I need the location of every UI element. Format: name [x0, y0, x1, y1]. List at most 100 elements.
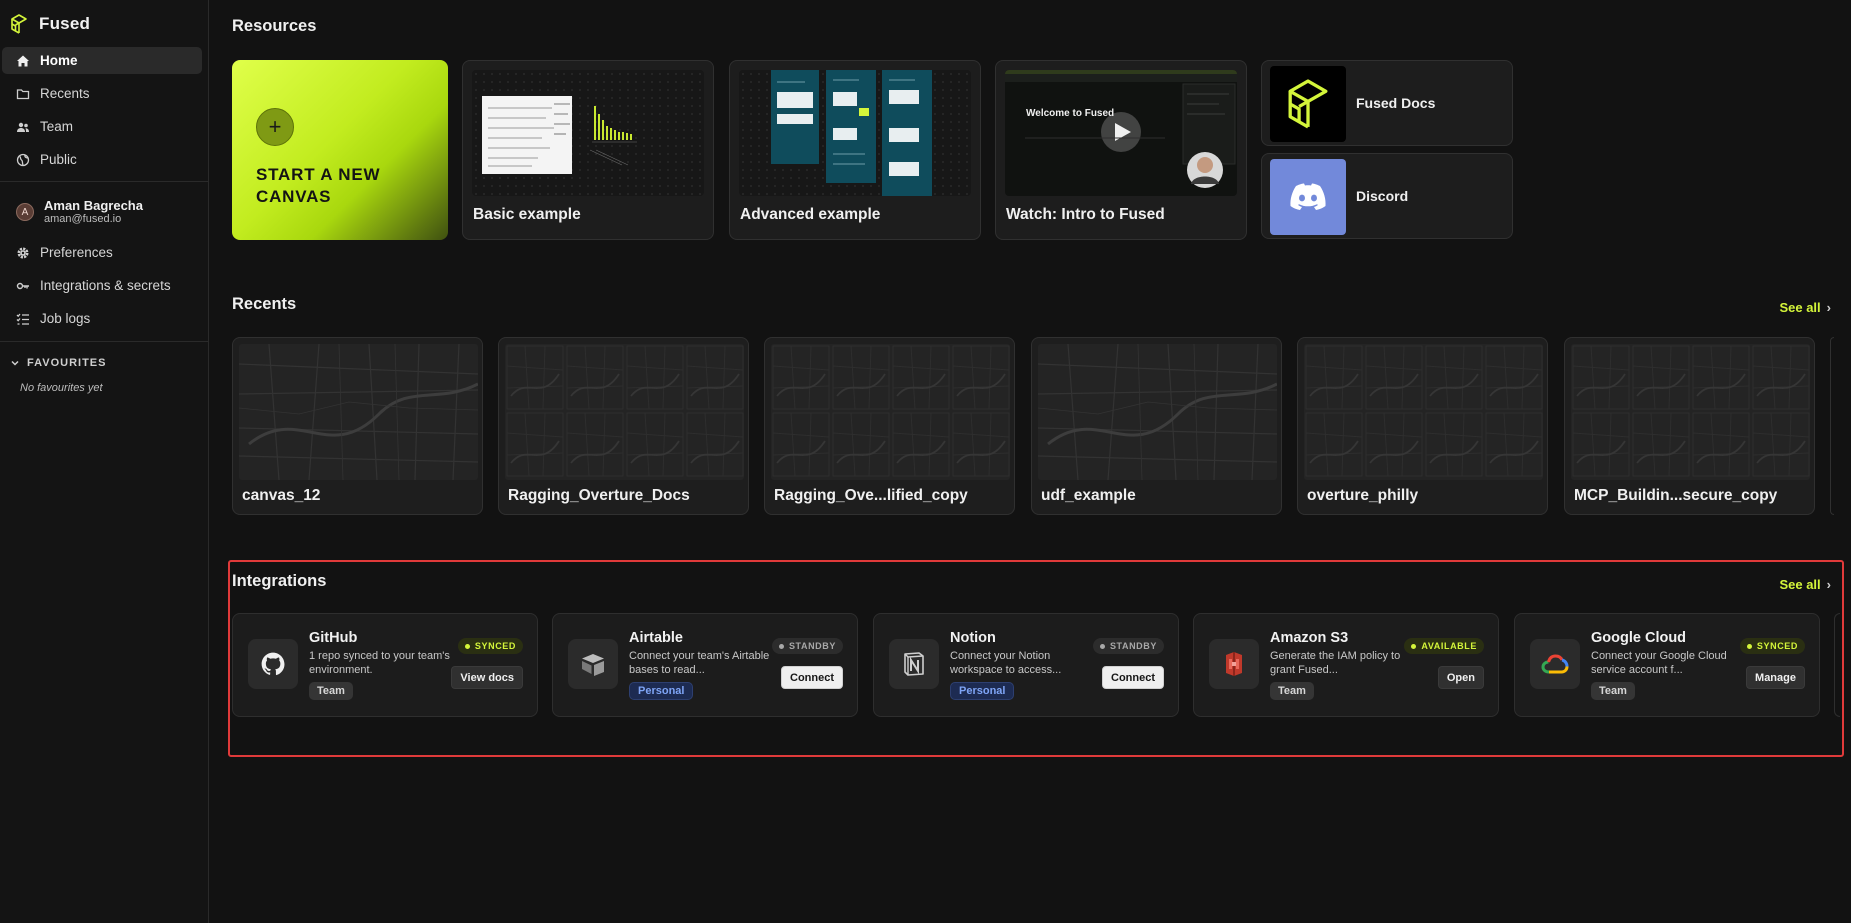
resources-title: Resources [232, 17, 317, 35]
google-cloud-icon [1530, 639, 1580, 689]
user-email: aman@fused.io [44, 213, 122, 225]
recent-card[interactable]: canvas_12 [232, 337, 483, 515]
nav-label: Job logs [40, 311, 91, 326]
nav-item-preferences[interactable]: Preferences [2, 239, 202, 266]
integration-name: Amazon S3 [1270, 630, 1349, 646]
nav-item-home[interactable]: Home [2, 47, 202, 74]
scope-badge: Personal [629, 682, 694, 700]
integration-action-button[interactable]: Open [1437, 666, 1484, 689]
intro-video-thumbnail: Welcome to Fused [1005, 70, 1237, 196]
integration-name: Airtable [629, 630, 683, 646]
integrations-see-all-link[interactable]: See all › [1779, 577, 1831, 592]
avatar: A [16, 203, 34, 221]
scope-badge: Team [1270, 682, 1314, 700]
recent-card[interactable]: MCP_Buildin...secure_copy [1564, 337, 1815, 515]
gear-icon [17, 247, 29, 258]
status-dot-icon [1411, 643, 1417, 649]
status-badge: STANDBY [771, 638, 843, 654]
integration-description: Connect your Notion workspace to access.… [950, 650, 1062, 676]
canvas-thumbnail [1571, 344, 1810, 480]
canvas-name: canvas_12 [242, 487, 321, 504]
nav-label: Home [40, 53, 78, 68]
user-profile[interactable]: A Aman Bagrecha aman@fused.io [16, 198, 143, 226]
link-card-discord[interactable]: Discord [1261, 153, 1513, 239]
people-icon [17, 122, 29, 132]
resource-card-intro-video[interactable]: Welcome to Fused Watch: Intro to Fused [995, 60, 1247, 240]
recent-card[interactable]: Ragging_Overture_Docs [498, 337, 749, 515]
integration-name: GitHub [309, 630, 358, 646]
resource-label: Watch: Intro to Fused [1006, 206, 1165, 223]
recent-card[interactable]: Ragging_Ove...lified_copy [764, 337, 1015, 515]
nav-label: Integrations & secrets [40, 278, 171, 293]
plus-icon: + [256, 108, 294, 146]
integration-description: Generate the IAM policy to grant Fused..… [1270, 650, 1401, 676]
integration-card-amazon-s3[interactable]: Amazon S3 Generate the IAM policy to gran… [1193, 613, 1499, 717]
nav-item-public[interactable]: Public [2, 146, 202, 173]
home-icon [17, 55, 29, 66]
globe-icon [16, 153, 30, 166]
resource-label: Basic example [473, 206, 581, 223]
new-canvas-label: START A NEW CANVAS [256, 165, 381, 206]
scope-badge: Team [309, 682, 353, 700]
integration-action-button[interactable]: Manage [1746, 666, 1805, 689]
see-all-label: See all [1779, 577, 1821, 592]
link-label: Fused Docs [1356, 95, 1436, 111]
integration-action-button[interactable]: Connect [781, 666, 843, 689]
integration-card-google-cloud[interactable]: Google Cloud Connect your Google Cloud se… [1514, 613, 1820, 717]
new-canvas-card[interactable]: + START A NEW CANVAS [232, 60, 448, 240]
chevron-right-icon: › [1826, 577, 1831, 592]
basic-example-thumbnail [472, 70, 704, 196]
discord-icon [1270, 159, 1346, 235]
canvas-thumbnail [1304, 344, 1543, 480]
integration-action-button[interactable]: Connect [1102, 666, 1164, 689]
airtable-icon [568, 639, 618, 689]
recent-card[interactable]: overture_philly [1297, 337, 1548, 515]
nav-item-recents[interactable]: Recents [2, 80, 202, 107]
integration-description: 1 repo synced to your team's environment… [309, 650, 450, 676]
canvas-name: Ragging_Ove...lified_copy [774, 487, 968, 504]
advanced-example-thumbnail [739, 70, 971, 196]
resource-label: Advanced example [740, 206, 881, 223]
integration-card-notion[interactable]: Notion Connect your Notion workspace to a… [873, 613, 1179, 717]
canvas-thumbnail [505, 344, 744, 480]
nav-item-integrations-secrets[interactable]: Integrations & secrets [2, 272, 202, 299]
nav-label: Preferences [40, 245, 113, 260]
nav-item-job-logs[interactable]: Job logs [2, 305, 202, 332]
integration-description: Connect your team's Airtable bases to re… [629, 650, 770, 676]
secondary-nav: Preferences Integrations & secrets Job l… [2, 239, 202, 338]
integrations-title: Integrations [232, 572, 327, 590]
fused-docs-icon [1270, 66, 1346, 142]
integration-action-button[interactable]: View docs [451, 666, 523, 689]
folder-icon [16, 88, 30, 99]
resource-card-basic-example[interactable]: Basic example [462, 60, 714, 240]
notion-icon [889, 639, 939, 689]
integration-name: Google Cloud [1591, 630, 1687, 646]
canvas-thumbnail [239, 344, 478, 480]
recents-see-all-link[interactable]: See all › [1779, 300, 1831, 315]
resource-card-advanced-example[interactable]: Advanced example [729, 60, 981, 240]
integration-card-partial[interactable] [1834, 613, 1840, 717]
integration-description: Connect your Google Cloud service accoun… [1591, 650, 1727, 676]
status-text: STANDBY [788, 641, 836, 651]
canvas-name: MCP_Buildin...secure_copy [1574, 487, 1778, 504]
nav-item-team[interactable]: Team [2, 113, 202, 140]
favourites-empty: No favourites yet [20, 382, 103, 394]
status-dot-icon [778, 643, 784, 649]
scope-badge: Team [1591, 682, 1635, 700]
fused-logo-icon [11, 14, 27, 34]
recent-card-partial[interactable] [1830, 337, 1834, 515]
status-badge: SYNCED [457, 638, 523, 654]
scope-badge: Personal [950, 682, 1015, 700]
canvas-name: Ragging_Overture_Docs [508, 487, 690, 504]
status-badge: SYNCED [1739, 638, 1805, 654]
integration-card-airtable[interactable]: Airtable Connect your team's Airtable bas… [552, 613, 858, 717]
integration-card-github[interactable]: GitHub 1 repo synced to your team's envir… [232, 613, 538, 717]
recent-card[interactable]: udf_example [1031, 337, 1282, 515]
recents-title: Recents [232, 295, 297, 313]
favourites-toggle[interactable]: FAVOURITES [10, 357, 106, 369]
link-card-fused-docs[interactable]: Fused Docs [1261, 60, 1513, 146]
status-text: AVAILABLE [1421, 641, 1477, 651]
sidebar: Fused Home Recents Team Public A Aman Ba… [0, 0, 209, 923]
brand[interactable]: Fused [9, 12, 90, 36]
status-badge: STANDBY [1092, 638, 1164, 654]
